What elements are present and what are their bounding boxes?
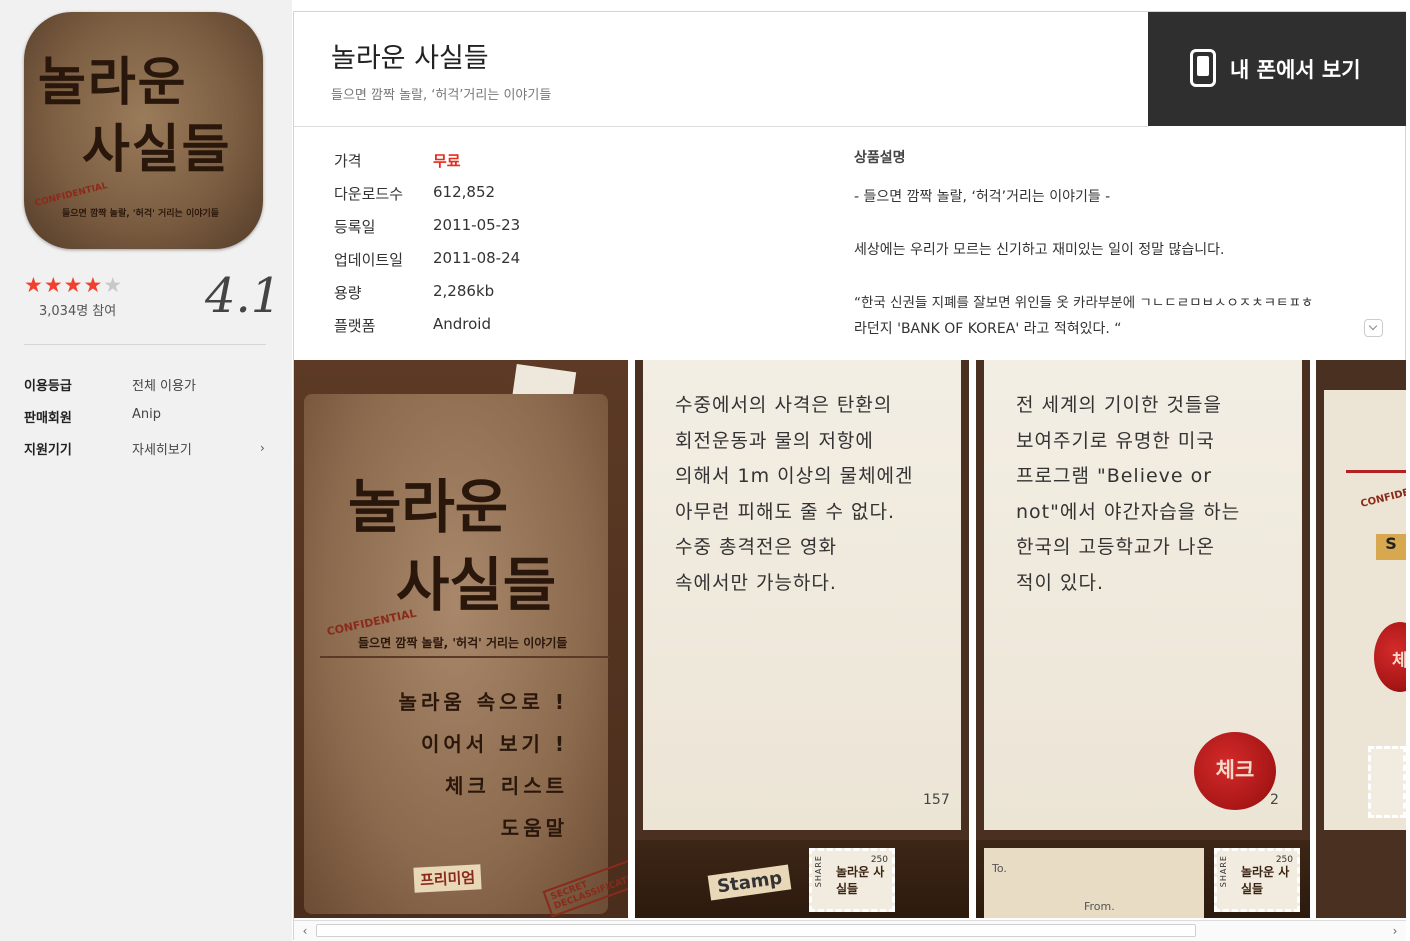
rating-stars: ★ ★ ★ ★ ★ (24, 274, 122, 296)
detail-value: 2011-05-23 (433, 216, 521, 234)
info-value: 전체 이용가 (132, 379, 196, 394)
horizontal-scrollbar[interactable]: ‹ › (294, 920, 1406, 941)
description-line: 세상에는 우리가 모르는 신기하고 재미있는 일이 정말 많습니다. (854, 242, 1225, 258)
description-line: - 들으면 깜짝 놀랄, ‘허걱’거리는 이야기들 - (854, 189, 1111, 205)
postcard-from: From. (1084, 900, 1115, 913)
start-button: S (1376, 534, 1406, 560)
page-number: 157 (923, 792, 950, 808)
screenshot-title-line1: 놀라운 (348, 473, 509, 541)
scroll-right-icon[interactable]: › (1386, 923, 1404, 939)
screenshot-title-line2: 사실들 (396, 551, 557, 619)
info-label: 지원기기 (24, 443, 72, 458)
left-sidebar: 놀라운 사실들 CONFIDENTIAL 들으면 깜짝 놀랄, '허걱' 거리는… (0, 0, 292, 941)
screenshot-footer (635, 840, 969, 918)
menu-item: 놀라움 속으로 ! (398, 690, 568, 714)
detail-value: Android (433, 315, 491, 333)
rating-count: 3,034명 참여 (39, 304, 117, 319)
share-stamp: SHARE 놀라운 사실들 250 (809, 848, 895, 912)
fact-text: 전 세계의 기이한 것들을 보여주기로 유명한 미국 프로그램 "Believe… (1016, 394, 1241, 594)
premium-tag: 프리미엄 (413, 864, 482, 893)
stamp-number: 250 (1275, 855, 1293, 865)
app-subtitle: 들으면 깜짝 놀랄, ‘허걱’거리는 이야기들 (331, 88, 552, 103)
description-line: 라던지 'BANK OF KOREA' 라고 적혀있다. “ (854, 321, 1122, 337)
info-label: 판매회원 (24, 411, 72, 426)
divider (320, 656, 610, 658)
scrollbar-thumb[interactable] (316, 924, 1196, 937)
detail-value: 2,286kb (433, 282, 495, 300)
app-icon: 놀라운 사실들 CONFIDENTIAL 들으면 깜짝 놀랄, '허걱' 거리는… (24, 12, 263, 249)
fact-text: 수중에서의 사격은 탄환의 회전운동과 물의 저항에 의해서 1m 이상의 물체… (675, 394, 914, 594)
chevron-right-icon[interactable]: › (260, 441, 265, 455)
star-icon: ★ (103, 273, 123, 297)
app-detail-panel: 놀라운 사실들 들으면 깜짝 놀랄, ‘허걱’거리는 이야기들 내 폰에서 보기… (293, 11, 1406, 941)
app-icon-title-line1: 놀라운 (38, 52, 188, 113)
description-title: 상품설명 (854, 150, 906, 166)
detail-value: 612,852 (433, 183, 496, 201)
detail-value: 2011-08-24 (433, 249, 521, 267)
postcard: To. From. (984, 848, 1204, 918)
folder: 놀라운 사실들 CONFIDENTIAL 들으면 깜짝 놀랄, '허걱' 거리는… (304, 394, 628, 918)
app-icon-confidential: CONFIDENTIAL (33, 181, 109, 209)
share-stamp: SHARE 놀라운 사실들 250 (1214, 848, 1300, 912)
supported-devices-link[interactable]: 자세히보기 (132, 439, 192, 458)
stamp-title: 놀라운 사실들 (1241, 865, 1290, 896)
share-label: SHARE (814, 855, 823, 888)
divider (24, 344, 266, 345)
secret-stamp: SECRET DECLASSIFICATION (542, 854, 628, 918)
detail-label: 다운로드수 (334, 185, 404, 203)
seal-label: 체크 (1215, 758, 1255, 782)
smartphone-icon (1190, 49, 1216, 87)
price-value: 무료 (433, 152, 461, 170)
star-icon: ★ (63, 273, 83, 297)
app-icon-title-line2: 사실들 (82, 119, 232, 180)
detail-label: 가격 (334, 152, 362, 170)
title-area: 놀라운 사실들 들으면 깜짝 놀랄, ‘허걱’거리는 이야기들 (294, 12, 1148, 127)
page-number: 2 (1270, 792, 1279, 808)
star-icon: ★ (24, 273, 43, 297)
description-line: “한국 신권들 지폐를 잘보면 위인들 옷 카라부분에 ㄱㄴㄷㄹㅁㅂㅅㅇㅈㅊㅋㅌ… (854, 295, 1314, 311)
seal-label: 체 (1392, 651, 1406, 671)
screenshot-4[interactable]: CONFIDEN S 체 (1316, 360, 1406, 918)
check-seal: 체크 (1194, 732, 1276, 810)
menu-item: 체크 리스트 (445, 774, 568, 798)
menu-item: 도움말 (500, 816, 568, 840)
screenshot-3[interactable]: 전 세계의 기이한 것들을 보여주기로 유명한 미국 프로그램 "Believe… (976, 360, 1310, 918)
stamp-number: 250 (870, 855, 888, 865)
stamp-title: 놀라운 사실들 (836, 865, 885, 896)
info-value: Anip (132, 407, 161, 422)
detail-label: 업데이트일 (334, 251, 404, 269)
screenshot-subtitle: 들으면 깜짝 놀랄, '허걱' 거리는 이야기들 (358, 636, 568, 650)
app-icon-subtitle: 들으면 깜짝 놀랄, '허걱' 거리는 이야기들 (62, 209, 220, 219)
view-on-phone-button[interactable]: 내 폰에서 보기 (1148, 12, 1406, 126)
info-label: 이용등급 (24, 379, 72, 394)
expand-description-button[interactable] (1364, 319, 1383, 337)
detail-label: 용량 (334, 284, 362, 302)
share-stamp (1368, 746, 1406, 818)
view-on-phone-label: 내 폰에서 보기 (1230, 58, 1361, 82)
rating-score: 4.1 (205, 268, 282, 324)
paper-page: 수중에서의 사격은 탄환의 회전운동과 물의 저항에 의해서 1m 이상의 물체… (643, 360, 961, 830)
star-icon: ★ (43, 273, 63, 297)
postcard-to: To. (992, 862, 1007, 875)
detail-label: 등록일 (334, 218, 376, 236)
menu-item: 이어서 보기 ! (420, 732, 568, 756)
app-title: 놀라운 사실들 (331, 43, 489, 74)
screenshot-2[interactable]: 수중에서의 사격은 탄환의 회전운동과 물의 저항에 의해서 1m 이상의 물체… (635, 360, 969, 918)
scroll-left-icon[interactable]: ‹ (296, 923, 314, 939)
detail-label: 플랫폼 (334, 317, 376, 335)
screenshot-carousel[interactable]: 놀라운 사실들 CONFIDENTIAL 들으면 깜짝 놀랄, '허걱' 거리는… (294, 360, 1406, 920)
red-line (1346, 470, 1406, 473)
share-label: SHARE (1219, 855, 1228, 888)
star-icon: ★ (83, 273, 103, 297)
paper-page: 전 세계의 기이한 것들을 보여주기로 유명한 미국 프로그램 "Believe… (984, 360, 1302, 830)
screenshot-1[interactable]: 놀라운 사실들 CONFIDENTIAL 들으면 깜짝 놀랄, '허걱' 거리는… (294, 360, 628, 918)
